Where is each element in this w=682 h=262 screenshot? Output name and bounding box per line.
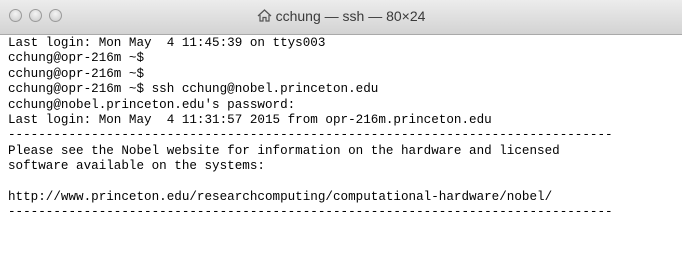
title-bar[interactable]: cchung — ssh — 80×24 (0, 0, 682, 35)
separator-line: ----------------------------------------… (8, 205, 613, 220)
terminal-line: cchung@opr-216m ~$ (8, 66, 145, 81)
screenshot-frame: cchung — ssh — 80×24 Last login: Mon May… (0, 0, 682, 262)
terminal-line: software available on the systems: (8, 159, 265, 174)
terminal-line: cchung@opr-216m ~$ (8, 51, 145, 66)
nobel-url-line: http://www.princeton.edu/researchcomputi… (8, 189, 553, 204)
terminal-line: Last login: Mon May 4 11:45:39 on ttys00… (8, 36, 326, 50)
terminal-line: cchung@nobel.princeton.edu's password: (8, 97, 296, 112)
window-title: cchung — ssh — 80×24 (275, 8, 426, 24)
terminal-line: cchung@opr-216m ~$ ssh cchung@nobel.prin… (8, 82, 379, 97)
terminal-window: cchung — ssh — 80×24 Last login: Mon May… (0, 0, 682, 262)
terminal-output[interactable]: Last login: Mon May 4 11:45:39 on ttys00… (8, 36, 678, 260)
home-icon (257, 9, 272, 25)
separator-line: ----------------------------------------… (8, 128, 613, 143)
terminal-line: Please see the Nobel website for informa… (8, 143, 560, 158)
window-title-container: cchung — ssh — 80×24 (0, 8, 682, 25)
terminal-line: Last login: Mon May 4 11:31:57 2015 from… (8, 112, 492, 127)
